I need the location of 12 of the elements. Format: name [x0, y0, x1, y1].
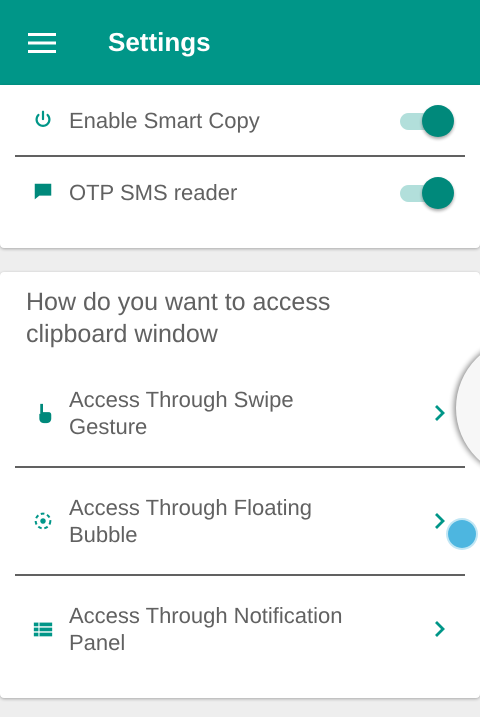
option-label[interactable]: Access Through Swipe Gesture	[69, 386, 369, 440]
dashed-circle-icon	[32, 510, 54, 532]
option-label[interactable]: Access Through Floating Bubble	[69, 494, 369, 548]
chevron-icon[interactable]	[434, 620, 446, 638]
option-label[interactable]: Access Through Notification Panel	[69, 602, 369, 656]
setting-label: OTP SMS reader	[69, 178, 238, 206]
app-bar-title: Settings	[108, 27, 211, 58]
section-heading: How do you want to access clipboard window	[25, 287, 332, 350]
chevron-icon[interactable]	[434, 512, 446, 530]
setting-label: Enable Smart Copy	[69, 106, 261, 134]
chevron-icon[interactable]	[434, 404, 446, 422]
menu-icon[interactable]	[28, 32, 56, 52]
